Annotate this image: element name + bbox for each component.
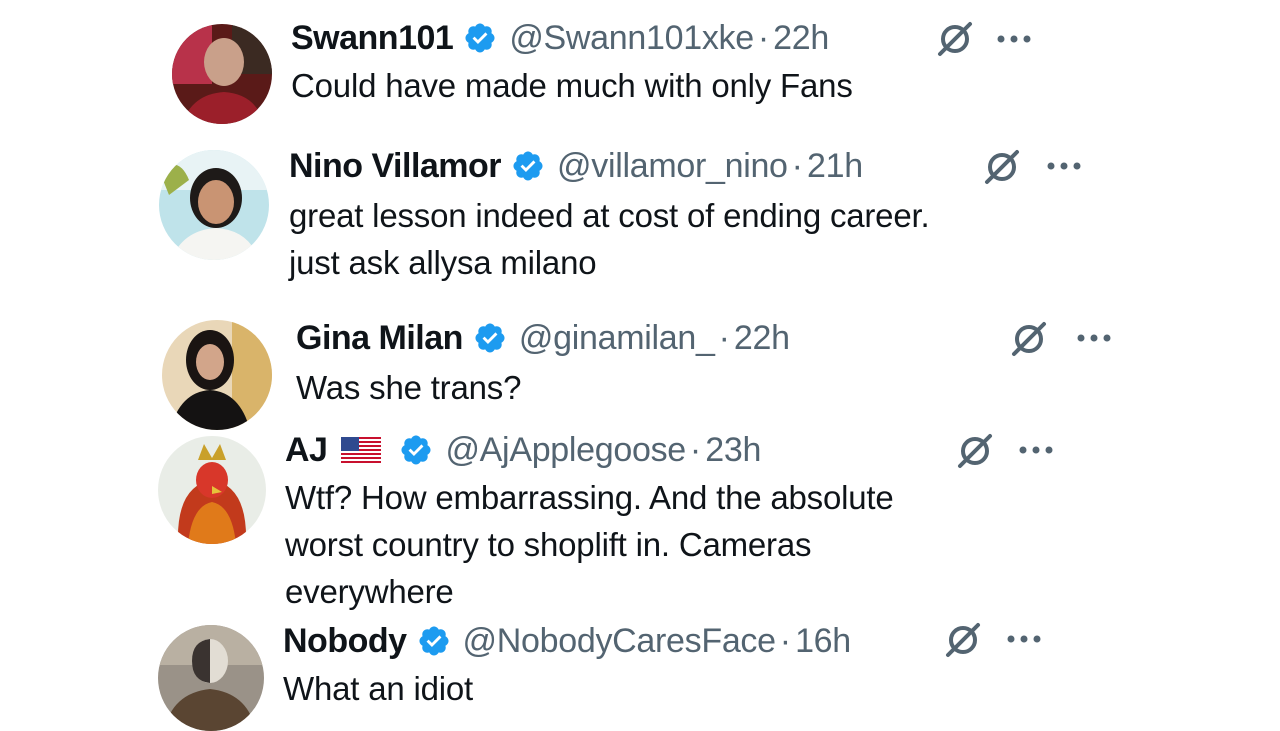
reply-text: What an idiot: [283, 670, 474, 707]
grok-icon[interactable]: [983, 148, 1021, 186]
user-handle[interactable]: @ginamilan_: [519, 318, 715, 358]
reply-item[interactable]: AJ @AjApplegoose · 23h Wtf? How embarras…: [0, 430, 1280, 615]
verified-badge-icon: [463, 21, 497, 55]
verified-badge-icon: [417, 624, 451, 658]
display-name[interactable]: AJ: [285, 430, 328, 470]
timestamp[interactable]: 22h: [734, 318, 790, 358]
separator: ·: [689, 431, 702, 469]
grok-icon[interactable]: [944, 621, 982, 659]
timestamp[interactable]: 21h: [807, 146, 863, 186]
grok-icon[interactable]: [936, 20, 974, 58]
display-name[interactable]: Nino Villamor: [289, 146, 502, 186]
reply-item[interactable]: Swann101 @Swann101xke · 22h Could have m…: [0, 0, 1280, 130]
verified-badge-icon: [473, 321, 507, 355]
avatar[interactable]: [158, 436, 266, 544]
user-handle[interactable]: @AjApplegoose: [445, 430, 686, 470]
verified-badge-icon: [511, 149, 545, 183]
separator: ·: [779, 622, 792, 660]
user-handle[interactable]: @Swann101xke: [509, 18, 754, 58]
display-name[interactable]: Swann101: [291, 18, 454, 58]
avatar[interactable]: [172, 24, 272, 124]
more-options-icon[interactable]: [1076, 330, 1114, 346]
user-handle[interactable]: @NobodyCaresFace: [463, 621, 776, 661]
separator: ·: [757, 19, 770, 57]
reply-item[interactable]: Nino Villamor @villamor_nino · 21h great…: [0, 130, 1280, 310]
avatar[interactable]: [159, 150, 269, 260]
separator: ·: [718, 319, 730, 357]
reply-text: Could have made much with only Fans: [291, 67, 853, 104]
separator: ·: [791, 147, 803, 185]
avatar[interactable]: [162, 320, 272, 430]
reply-text: Wtf? How embarrassing. And the absolute …: [285, 479, 894, 610]
grok-icon[interactable]: [1010, 320, 1048, 358]
timestamp[interactable]: 23h: [705, 430, 761, 470]
grok-icon[interactable]: [956, 432, 994, 470]
reply-text: great lesson indeed at cost of ending ca…: [289, 197, 930, 281]
display-name[interactable]: Gina Milan: [296, 318, 463, 358]
more-options-icon[interactable]: [1006, 631, 1044, 647]
more-options-icon[interactable]: [1046, 158, 1084, 174]
timestamp[interactable]: 16h: [795, 621, 851, 661]
reply-item[interactable]: Gina Milan @ginamilan_ · 22h Was she tra…: [0, 310, 1280, 430]
more-options-icon[interactable]: [996, 31, 1034, 47]
more-options-icon[interactable]: [1018, 442, 1056, 458]
timestamp[interactable]: 22h: [773, 18, 829, 58]
display-name[interactable]: Nobody: [283, 621, 407, 661]
user-handle[interactable]: @villamor_nino: [557, 146, 788, 186]
reply-text: Was she trans?: [296, 369, 522, 406]
avatar[interactable]: [158, 625, 264, 731]
us-flag-icon: [341, 437, 382, 463]
reply-item[interactable]: Nobody @NobodyCaresFace · 16h What an id…: [0, 615, 1280, 731]
verified-badge-icon: [399, 433, 433, 467]
